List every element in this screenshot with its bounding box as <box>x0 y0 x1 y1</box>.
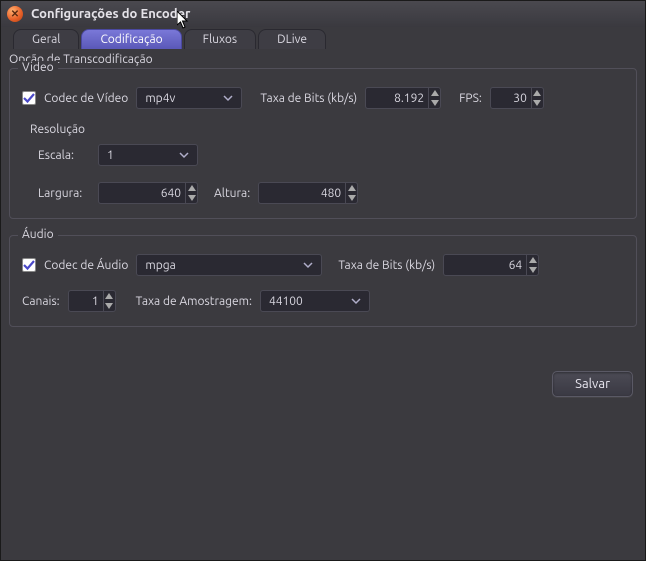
encoder-settings-window: ✕ Configurações do Encoder Geral Codific… <box>0 0 646 561</box>
spin-up-icon[interactable] <box>346 183 357 193</box>
video-bitrate-spin[interactable]: 8.192 <box>365 87 441 109</box>
height-spin[interactable]: 480 <box>258 182 358 204</box>
width-label: Largura: <box>38 187 90 200</box>
video-codec-value: mp4v <box>145 92 175 105</box>
video-fps-value: 30 <box>491 92 531 105</box>
save-button[interactable]: Salvar <box>552 371 633 397</box>
video-group-title: Video <box>18 61 58 74</box>
spin-up-icon[interactable] <box>429 88 440 98</box>
chevron-down-icon <box>299 260 317 270</box>
width-value: 640 <box>99 187 185 200</box>
audio-bitrate-value: 64 <box>444 259 526 272</box>
tab-geral[interactable]: Geral <box>13 29 79 49</box>
spin-down-icon[interactable] <box>346 193 357 203</box>
height-label: Altura: <box>214 187 250 200</box>
window-title: Configurações do Encoder <box>31 7 190 21</box>
tab-codificacao[interactable]: Codificação <box>81 29 181 49</box>
scale-value: 1 <box>107 149 114 162</box>
video-fps-spin[interactable]: 30 <box>490 87 544 109</box>
close-icon[interactable]: ✕ <box>7 6 23 22</box>
audio-codec-value: mpga <box>145 259 175 272</box>
chevron-down-icon <box>219 93 237 103</box>
resolution-title: Resolução <box>30 123 624 136</box>
chevron-down-icon <box>347 296 365 306</box>
spin-down-icon[interactable] <box>527 265 538 275</box>
width-spin[interactable]: 640 <box>98 182 198 204</box>
spin-down-icon[interactable] <box>186 193 197 203</box>
samplerate-select[interactable]: 44100 <box>260 290 370 312</box>
height-value: 480 <box>259 187 345 200</box>
video-bitrate-label: Taxa de Bits (kb/s) <box>260 92 357 105</box>
video-codec-select[interactable]: mp4v <box>136 87 242 109</box>
audio-group: Áudio Codec de Áudio mpga Taxa de Bits (… <box>9 235 637 327</box>
video-group: Video Codec de Vídeo mp4v Taxa de Bits (… <box>9 68 637 219</box>
titlebar: ✕ Configurações do Encoder <box>1 1 645 27</box>
channels-spin[interactable]: 1 <box>68 290 116 312</box>
scale-select[interactable]: 1 <box>98 144 198 166</box>
spin-up-icon[interactable] <box>532 88 543 98</box>
tab-dlive[interactable]: DLive <box>258 29 326 49</box>
video-codec-checkbox[interactable] <box>22 91 36 105</box>
audio-group-title: Áudio <box>18 228 58 241</box>
chevron-down-icon <box>175 150 193 160</box>
video-codec-label: Codec de Vídeo <box>44 92 128 105</box>
audio-codec-select[interactable]: mpga <box>136 254 322 276</box>
spin-up-icon[interactable] <box>186 183 197 193</box>
samplerate-label: Taxa de Amostragem: <box>136 295 252 308</box>
tab-bar: Geral Codificação Fluxos DLive <box>1 27 645 49</box>
spin-down-icon[interactable] <box>532 98 543 108</box>
video-fps-label: FPS: <box>459 92 482 105</box>
spin-down-icon[interactable] <box>104 301 115 311</box>
content-area: Opção de Transcodificação Video Codec de… <box>1 49 645 405</box>
audio-codec-label: Codec de Áudio <box>44 259 128 272</box>
channels-value: 1 <box>69 295 103 308</box>
spin-down-icon[interactable] <box>429 98 440 108</box>
audio-codec-checkbox[interactable] <box>22 258 36 272</box>
video-bitrate-value: 8.192 <box>366 92 428 105</box>
tab-fluxos[interactable]: Fluxos <box>184 29 256 49</box>
audio-bitrate-label: Taxa de Bits (kb/s) <box>338 259 435 272</box>
samplerate-value: 44100 <box>269 295 303 308</box>
audio-bitrate-spin[interactable]: 64 <box>443 254 539 276</box>
spin-up-icon[interactable] <box>104 291 115 301</box>
transcoding-title: Opção de Transcodificação <box>9 53 637 66</box>
channels-label: Canais: <box>22 295 60 308</box>
scale-label: Escala: <box>38 149 90 162</box>
spin-up-icon[interactable] <box>527 255 538 265</box>
